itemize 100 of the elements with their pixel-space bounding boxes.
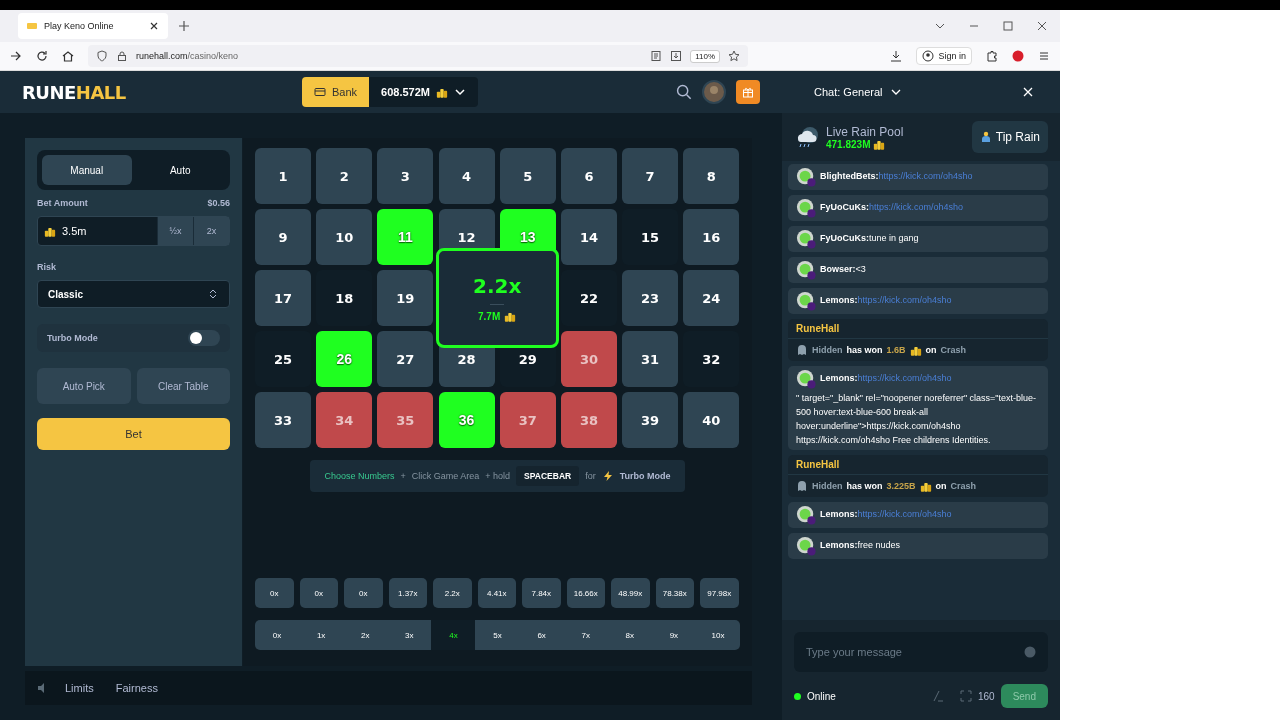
home-icon[interactable] xyxy=(62,50,74,62)
stop-sign-icon[interactable] xyxy=(1012,50,1024,62)
url-text: runehall.com/casino/keno xyxy=(136,51,239,61)
keno-tile[interactable]: 9 xyxy=(255,209,311,265)
keno-tile[interactable]: 5 xyxy=(499,148,556,204)
hit-count[interactable]: 3x xyxy=(387,620,432,650)
keno-tile[interactable]: 19 xyxy=(377,270,434,326)
payout-multiplier: 0x xyxy=(299,578,338,608)
keno-tile[interactable]: 27 xyxy=(377,331,434,387)
payout-multiplier: 97.98x xyxy=(700,578,739,608)
player-name: Hidden xyxy=(812,345,843,355)
hit-count[interactable]: 10x xyxy=(695,620,741,650)
clear-table-button[interactable]: Clear Table xyxy=(136,368,230,404)
keno-tile[interactable]: 24 xyxy=(683,270,740,326)
keno-tile[interactable]: 3 xyxy=(377,148,434,204)
mode-tab[interactable]: Auto xyxy=(135,155,225,185)
address-bar[interactable]: runehall.com/casino/keno 110% xyxy=(88,45,748,67)
payout-multiplier: 2.2x xyxy=(433,578,472,608)
download-icon[interactable] xyxy=(890,50,903,62)
hit-count[interactable]: 7x xyxy=(563,620,608,650)
coins-icon xyxy=(909,344,922,356)
payout-multiplier: 1.37x xyxy=(388,578,427,608)
site-logo[interactable]: RUNEHALL xyxy=(22,81,272,103)
keno-tile[interactable]: 31 xyxy=(622,331,679,387)
double-button[interactable]: 2x xyxy=(193,217,229,245)
coins-icon xyxy=(919,480,932,492)
auto-pick-button[interactable]: Auto Pick xyxy=(37,368,131,404)
keno-tile[interactable]: 33 xyxy=(255,392,311,448)
hit-count[interactable]: 9x xyxy=(651,620,696,650)
hint-text: Click Game Area xyxy=(411,471,480,481)
bet-button[interactable]: Bet xyxy=(37,418,230,450)
keno-tile[interactable]: 4 xyxy=(438,148,495,204)
hit-count[interactable]: 0x xyxy=(255,620,300,650)
bet-amount-field[interactable]: 3.5m ½x 2x xyxy=(37,216,230,246)
zoom-level[interactable]: 110% xyxy=(690,49,720,63)
keno-tile[interactable]: 18 xyxy=(316,270,373,326)
avatar-icon xyxy=(796,229,816,249)
hit-count[interactable]: 2x xyxy=(343,620,388,650)
gift-icon xyxy=(742,86,754,98)
keno-tile[interactable]: 6 xyxy=(560,148,617,204)
online-status: Online xyxy=(807,690,836,702)
message-text: FyUoCuKs:tune in gang xyxy=(820,232,919,245)
limits-link[interactable]: Limits xyxy=(59,682,100,694)
keno-tile[interactable]: 1 xyxy=(255,148,311,204)
hit-count[interactable]: 4x xyxy=(431,620,476,650)
browser-tab[interactable]: Play Keno Online xyxy=(18,13,168,39)
hit-count[interactable]: 1x xyxy=(299,620,344,650)
close-icon[interactable] xyxy=(1036,20,1048,32)
sign-in-button[interactable]: Sign in xyxy=(916,47,972,65)
win-text: has won xyxy=(846,481,883,491)
keno-tile[interactable]: 8 xyxy=(683,148,740,204)
search-icon[interactable] xyxy=(676,84,692,100)
bank-button[interactable]: Bank xyxy=(302,77,370,107)
keno-tile[interactable]: 10 xyxy=(316,209,373,265)
forward-icon[interactable] xyxy=(10,50,22,62)
message-text: Lemons:https://kick.com/oh4sho xyxy=(820,372,952,385)
message-text: BlightedBets:https://kick.com/oh4sho xyxy=(820,170,973,183)
keno-tile[interactable]: 39 xyxy=(622,392,679,448)
ghost-icon xyxy=(796,480,808,492)
close-icon[interactable] xyxy=(148,20,160,32)
keno-tile[interactable]: 22 xyxy=(560,270,617,326)
new-tab-icon[interactable] xyxy=(178,20,190,32)
balance-dropdown[interactable]: 608.572M xyxy=(369,77,478,107)
download-icon[interactable] xyxy=(670,50,683,62)
fairness-link[interactable]: Fairness xyxy=(109,682,164,694)
account-icon xyxy=(922,50,935,62)
keno-tile[interactable]: 17 xyxy=(255,270,311,326)
keno-tile[interactable]: 16 xyxy=(683,209,740,265)
avatar-icon[interactable] xyxy=(702,80,726,104)
keno-tile[interactable]: 25 xyxy=(255,331,311,387)
emoji-icon[interactable] xyxy=(1024,646,1036,658)
risk-select[interactable]: Classic xyxy=(37,280,230,308)
wallet-icon xyxy=(314,86,326,98)
reload-icon[interactable] xyxy=(36,50,48,62)
key-label: SPACEBAR xyxy=(516,466,580,486)
turbo-toggle[interactable] xyxy=(188,330,220,346)
menu-icon[interactable] xyxy=(1038,50,1050,62)
keno-tile[interactable]: 40 xyxy=(683,392,740,448)
star-icon[interactable] xyxy=(728,50,740,62)
maximize-icon[interactable] xyxy=(1002,20,1014,32)
reader-icon[interactable] xyxy=(650,50,663,62)
mode-tab[interactable]: Manual xyxy=(42,155,132,185)
hit-count[interactable]: 5x xyxy=(475,620,520,650)
keno-tile[interactable]: 23 xyxy=(622,270,679,326)
keno-tile[interactable]: 7 xyxy=(622,148,679,204)
tip-rain-button[interactable]: Tip Rain xyxy=(971,121,1048,153)
chevron-updown-icon xyxy=(207,288,219,300)
keno-tile[interactable]: 2 xyxy=(316,148,373,204)
extension-icon[interactable] xyxy=(986,50,998,62)
message-input[interactable]: Type your message xyxy=(794,632,1048,672)
keno-tile[interactable]: 32 xyxy=(683,331,740,387)
keno-tile[interactable]: 15 xyxy=(622,209,679,265)
keno-tile[interactable]: 14 xyxy=(560,209,617,265)
chat-channel-dropdown[interactable]: Chat: General xyxy=(814,86,903,98)
hit-count[interactable]: 8x xyxy=(607,620,652,650)
hint-text: for xyxy=(585,471,596,481)
field-label: Bet Amount xyxy=(37,198,88,208)
gift-button[interactable] xyxy=(736,80,760,104)
hit-count[interactable]: 6x xyxy=(519,620,564,650)
half-button[interactable]: ½x xyxy=(157,217,193,245)
